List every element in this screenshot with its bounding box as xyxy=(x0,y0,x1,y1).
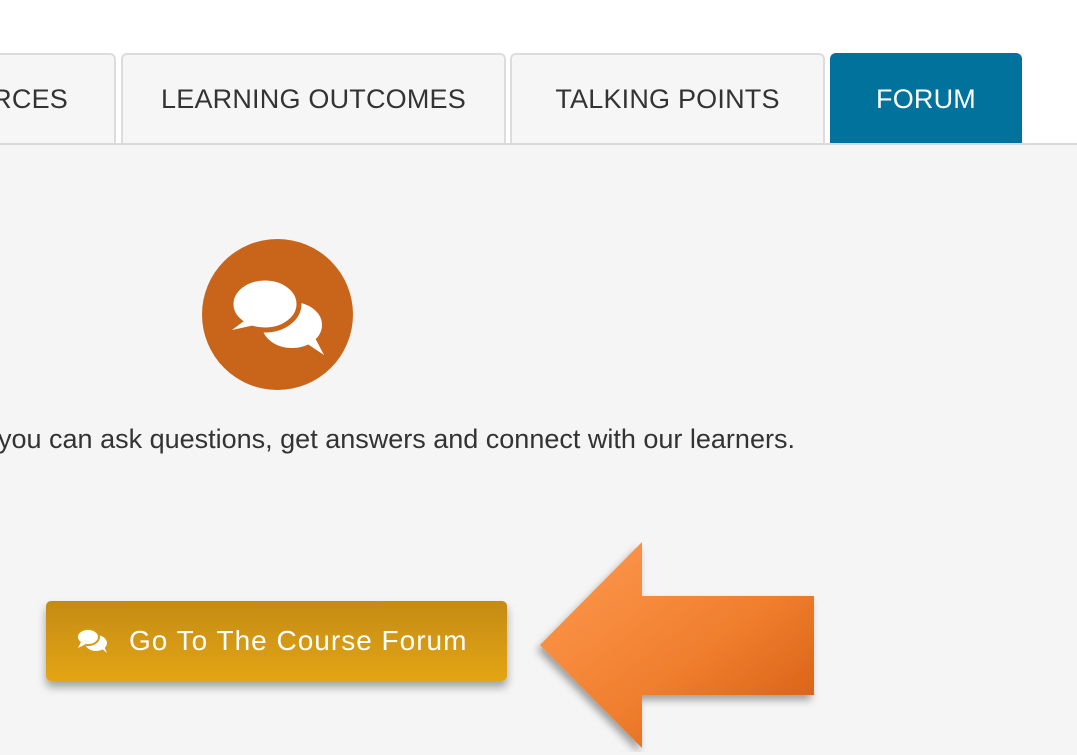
tab-forum[interactable]: FORUM xyxy=(830,53,1022,143)
tab-forum-label: FORUM xyxy=(876,83,976,114)
tab-learning-outcomes-label: LEARNING OUTCOMES xyxy=(161,83,466,114)
go-to-course-forum-label: Go To The Course Forum xyxy=(129,625,468,656)
tab-learning-outcomes[interactable]: LEARNING OUTCOMES xyxy=(121,53,506,143)
tab-talking-points[interactable]: TALKING POINTS xyxy=(510,53,825,143)
comments-icon xyxy=(76,627,109,655)
tab-talking-points-label: TALKING POINTS xyxy=(555,83,780,114)
forum-tab-screen: RCES LEARNING OUTCOMES TALKING POINTS FO… xyxy=(0,0,1077,755)
forum-description: you can ask questions, get answers and c… xyxy=(0,424,795,454)
left-arrow-icon xyxy=(540,542,814,748)
go-to-course-forum-button[interactable]: Go To The Course Forum xyxy=(46,601,507,681)
speech-bubbles-icon xyxy=(202,239,353,390)
tab-resources[interactable]: RCES xyxy=(0,53,116,143)
tab-resources-label: RCES xyxy=(0,83,68,114)
